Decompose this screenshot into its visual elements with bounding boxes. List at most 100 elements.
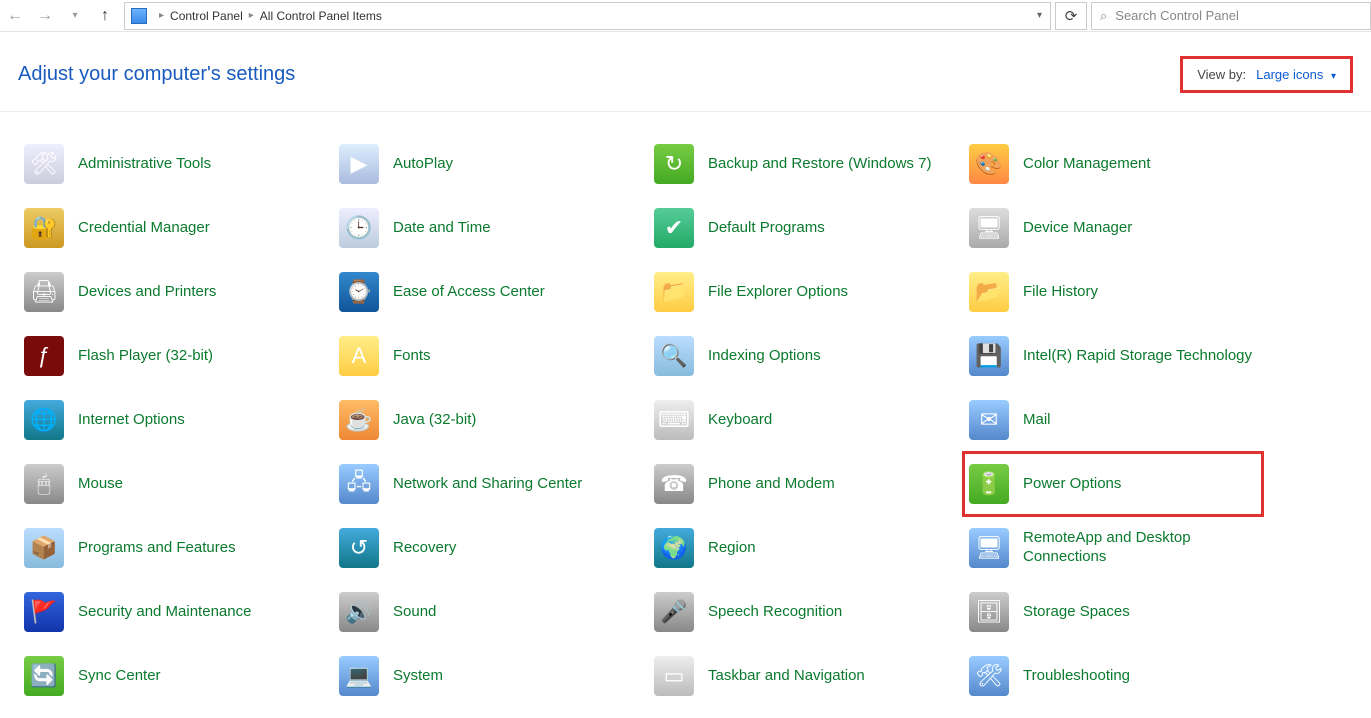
control-panel-item-label: Mail (1023, 411, 1051, 430)
control-panel-item-net[interactable]: 🖧 Network and Sharing Center (333, 452, 633, 516)
sound-icon: 🔊 (339, 592, 379, 632)
breadcrumb-root[interactable]: Control Panel (170, 9, 243, 23)
control-panel-item-prog[interactable]: 📦Programs and Features (18, 516, 318, 580)
control-panel-item-mouse[interactable]: 🖱Mouse (18, 452, 318, 516)
inet-icon: 🌐 (24, 400, 64, 440)
recov-icon: ↺ (339, 528, 379, 568)
control-panel-grid: 🛠Administrative Tools ▶ AutoPlay ↻Backup an… (0, 112, 1371, 718)
control-panel-item-label: Date and Time (393, 219, 491, 238)
control-panel-item-label: Mouse (78, 475, 123, 494)
sec-icon: 🚩 (24, 592, 64, 632)
address-bar[interactable]: ▸ Control Panel ▸ All Control Panel Item… (124, 2, 1051, 30)
breadcrumb-current[interactable]: All Control Panel Items (260, 9, 382, 23)
control-panel-item-speech[interactable]: 🎤Speech Recognition (648, 580, 948, 644)
control-panel-item-label: File History (1023, 283, 1098, 302)
admin-icon: 🛠 (24, 144, 64, 184)
control-panel-item-recov[interactable]: ↺ Recovery (333, 516, 633, 580)
control-panel-item-label: Troubleshooting (1023, 667, 1130, 686)
control-panel-item-color[interactable]: 🎨Color Management (963, 132, 1263, 196)
control-panel-item-backup[interactable]: ↻Backup and Restore (Windows 7) (648, 132, 948, 196)
control-panel-item-sec[interactable]: 🚩Security and Maintenance (18, 580, 318, 644)
control-panel-item-remote[interactable]: 🖥RemoteApp and Desktop Connections (963, 516, 1263, 580)
chevron-down-icon: ▾ (1331, 71, 1336, 82)
viewby-control[interactable]: View by: Large icons ▾ (1187, 61, 1346, 88)
power-icon: 🔋 (969, 464, 1009, 504)
control-panel-item-devmgr[interactable]: 🖥Device Manager (963, 196, 1263, 260)
up-button[interactable]: ↑ (90, 2, 120, 30)
control-panel-item-intel[interactable]: 💾 Intel(R) Rapid Storage Technology (963, 324, 1263, 388)
control-panel-item-region[interactable]: 🌍 Region (648, 516, 948, 580)
index-icon: 🔍 (654, 336, 694, 376)
control-panel-item-power[interactable]: 🔋 Power Options (963, 452, 1263, 516)
control-panel-item-trouble[interactable]: 🛠Troubleshooting (963, 644, 1263, 708)
prog-icon: 📦 (24, 528, 64, 568)
control-panel-item-label: RemoteApp and Desktop Connections (1023, 529, 1257, 567)
phone-icon: ☎ (654, 464, 694, 504)
control-panel-item-label: Sync Center (78, 667, 161, 686)
fileexp-icon: 📁 (654, 272, 694, 312)
control-panel-item-label: Flash Player (32-bit) (78, 347, 213, 366)
control-panel-item-label: System (393, 667, 443, 686)
refresh-button[interactable]: ⟳ (1055, 2, 1087, 30)
control-panel-item-kb[interactable]: ⌨Keyboard (648, 388, 948, 452)
control-panel-item-java[interactable]: ☕Java (32-bit) (333, 388, 633, 452)
taskbar-icon: ▭ (654, 656, 694, 696)
control-panel-item-label: Recovery (393, 539, 456, 558)
control-panel-item-label: Ease of Access Center (393, 283, 545, 302)
default-icon: ✔ (654, 208, 694, 248)
breadcrumb-sep-icon: ▸ (249, 10, 254, 21)
region-icon: 🌍 (654, 528, 694, 568)
filehist-icon: 📂 (969, 272, 1009, 312)
page-header: Adjust your computer's settings View by:… (0, 32, 1371, 112)
net-icon: 🖧 (339, 464, 379, 504)
control-panel-item-label: Taskbar and Navigation (708, 667, 865, 686)
recent-locations-button[interactable]: ▾ (60, 2, 90, 30)
control-panel-item-devprn[interactable]: 🖨Devices and Printers (18, 260, 318, 324)
control-panel-item-label: Devices and Printers (78, 283, 216, 302)
address-history-dropdown-icon[interactable]: ▾ (1037, 10, 1042, 21)
control-panel-item-label: AutoPlay (393, 155, 453, 174)
storage-icon: 🗄 (969, 592, 1009, 632)
sync-icon: 🔄 (24, 656, 64, 696)
forward-button[interactable]: → (30, 2, 60, 30)
control-panel-item-taskbar[interactable]: ▭ Taskbar and Navigation (648, 644, 948, 708)
autoplay-icon: ▶ (339, 144, 379, 184)
control-panel-item-label: Credential Manager (78, 219, 210, 238)
cred-icon: 🔐 (24, 208, 64, 248)
control-panel-item-index[interactable]: 🔍 Indexing Options (648, 324, 948, 388)
control-panel-item-fonts[interactable]: AFonts (333, 324, 633, 388)
control-panel-item-label: Network and Sharing Center (393, 475, 582, 494)
intel-icon: 💾 (969, 336, 1009, 376)
control-panel-item-default[interactable]: ✔Default Programs (648, 196, 948, 260)
back-button[interactable]: ← (0, 2, 30, 30)
control-panel-item-label: Power Options (1023, 475, 1121, 494)
control-panel-item-label: Indexing Options (708, 347, 821, 366)
viewby-label: View by: (1197, 67, 1246, 82)
viewby-value[interactable]: Large icons (1256, 67, 1323, 82)
search-placeholder: Search Control Panel (1115, 8, 1239, 23)
control-panel-item-date[interactable]: 🕒Date and Time (333, 196, 633, 260)
control-panel-item-phone[interactable]: ☎Phone and Modem (648, 452, 948, 516)
search-input[interactable]: ⌕ Search Control Panel (1091, 2, 1371, 30)
control-panel-item-label: Region (708, 539, 756, 558)
control-panel-item-sync[interactable]: 🔄 Sync Center (18, 644, 318, 708)
control-panel-item-ease[interactable]: ⌚Ease of Access Center (333, 260, 633, 324)
control-panel-item-mail[interactable]: ✉Mail (963, 388, 1263, 452)
breadcrumb-sep-icon: ▸ (159, 10, 164, 21)
control-panel-item-label: Sound (393, 603, 436, 622)
backup-icon: ↻ (654, 144, 694, 184)
control-panel-item-label: File Explorer Options (708, 283, 848, 302)
control-panel-item-label: Speech Recognition (708, 603, 842, 622)
control-panel-item-label: Intel(R) Rapid Storage Technology (1023, 347, 1252, 366)
control-panel-item-filehist[interactable]: 📂 File History (963, 260, 1263, 324)
control-panel-item-fileexp[interactable]: 📁 File Explorer Options (648, 260, 948, 324)
control-panel-item-storage[interactable]: 🗄Storage Spaces (963, 580, 1263, 644)
control-panel-item-flash[interactable]: ƒFlash Player (32-bit) (18, 324, 318, 388)
control-panel-item-inet[interactable]: 🌐 Internet Options (18, 388, 318, 452)
control-panel-item-cred[interactable]: 🔐 Credential Manager (18, 196, 318, 260)
control-panel-item-label: Internet Options (78, 411, 185, 430)
control-panel-item-system[interactable]: 💻System (333, 644, 633, 708)
control-panel-item-admin[interactable]: 🛠Administrative Tools (18, 132, 318, 196)
control-panel-item-sound[interactable]: 🔊 Sound (333, 580, 633, 644)
control-panel-item-autoplay[interactable]: ▶ AutoPlay (333, 132, 633, 196)
